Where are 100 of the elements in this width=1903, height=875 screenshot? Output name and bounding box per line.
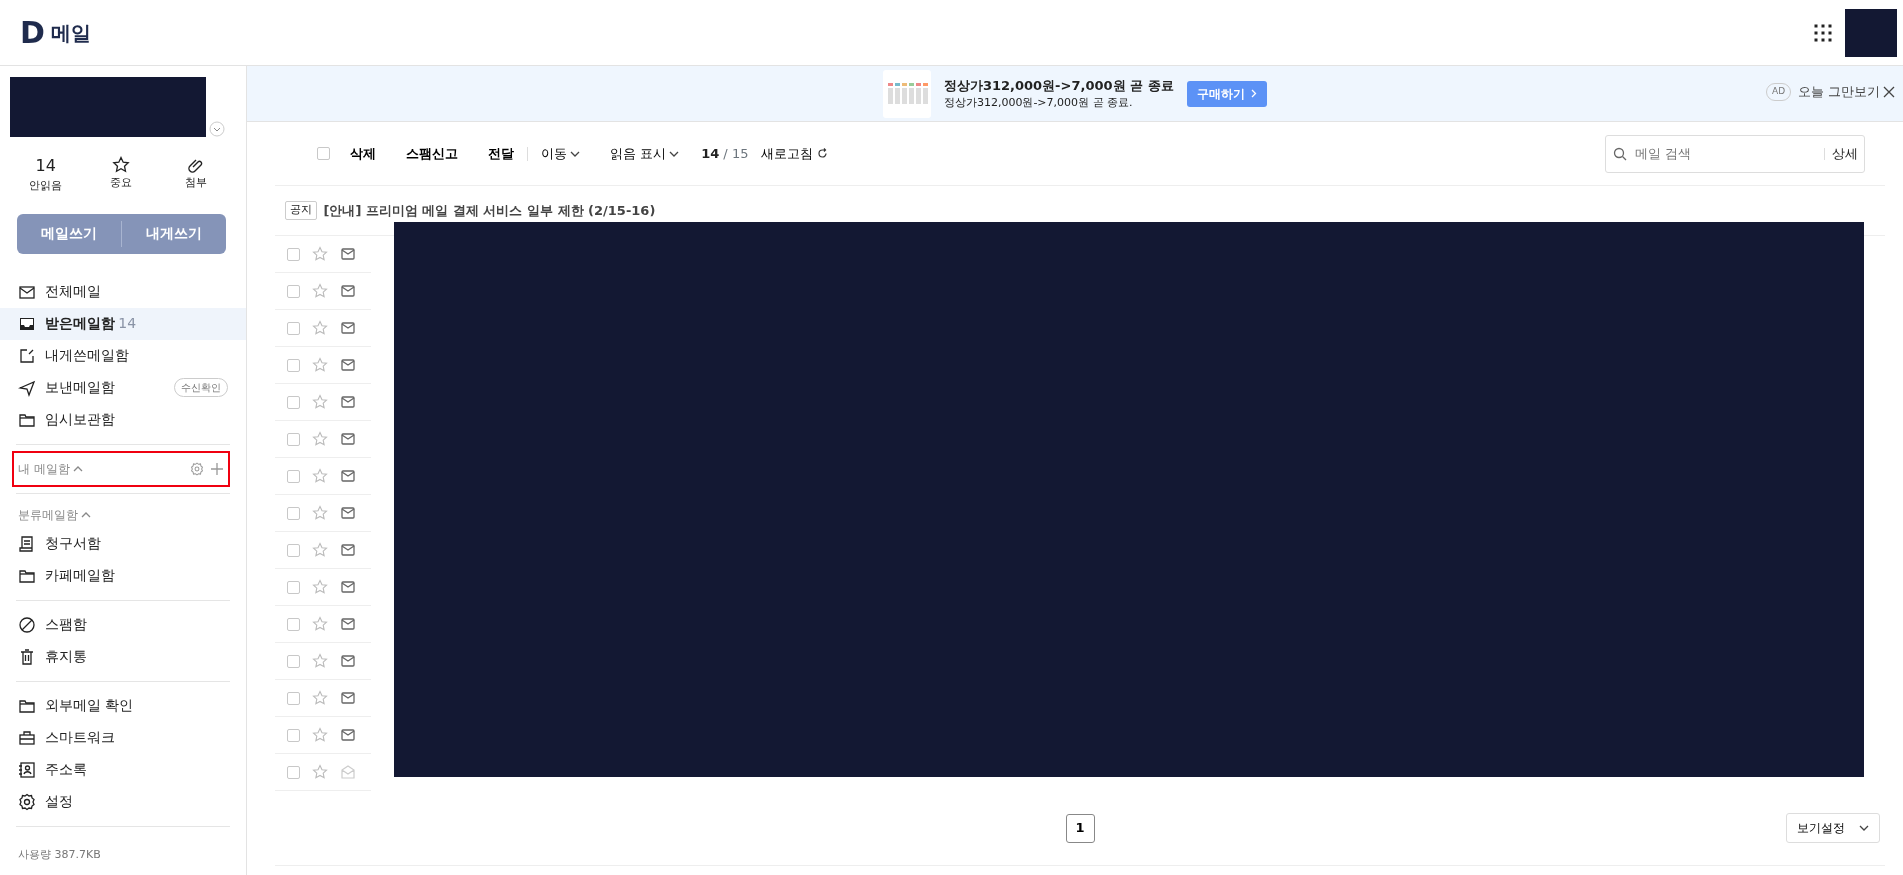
envelope-icon[interactable]: [340, 357, 356, 373]
checkbox[interactable]: [287, 728, 300, 742]
envelope-icon[interactable]: [340, 727, 356, 743]
envelope-icon[interactable]: [340, 690, 356, 706]
folder-item[interactable]: 보낸메일함 수신확인: [0, 371, 246, 404]
star-icon[interactable]: [312, 579, 328, 595]
envelope-icon[interactable]: [340, 579, 356, 595]
chevron-up-icon: [73, 465, 84, 472]
checkbox[interactable]: [287, 691, 300, 705]
folder-item[interactable]: 주소록: [0, 753, 246, 786]
folder-item[interactable]: 임시보관함: [0, 403, 246, 436]
checkbox[interactable]: [287, 543, 300, 557]
ad-title: 정상가312,000원->7,000원 곧 종료: [943, 76, 1174, 95]
envelope-icon[interactable]: [340, 394, 356, 410]
star-icon[interactable]: [312, 394, 328, 410]
checkbox[interactable]: [287, 580, 300, 594]
folder-item[interactable]: 청구서함: [0, 527, 246, 560]
open-envelope-icon[interactable]: [340, 764, 356, 780]
folder-item[interactable]: 외부메일 확인: [0, 689, 246, 722]
envelope-icon[interactable]: [340, 283, 356, 299]
unread-count[interactable]: 14: [35, 154, 56, 178]
briefcase-icon: [18, 728, 36, 747]
trash-icon: [18, 647, 36, 666]
star-icon[interactable]: [312, 431, 328, 447]
contacts-icon: [18, 760, 36, 779]
toolbar-action[interactable]: 전달: [487, 143, 514, 164]
star-icon[interactable]: [312, 542, 328, 558]
checkbox[interactable]: [287, 321, 300, 335]
receipt-icon: [18, 534, 36, 553]
section-header[interactable]: 내 메일함: [12, 450, 230, 487]
folder-item[interactable]: 받은메일함 14: [0, 307, 246, 340]
view-settings-dropdown[interactable]: 보기설정: [1786, 813, 1880, 843]
checkbox[interactable]: [287, 506, 300, 520]
star-icon[interactable]: [112, 156, 130, 174]
logo[interactable]: D: [20, 17, 45, 48]
star-icon[interactable]: [312, 468, 328, 484]
select-all-checkbox[interactable]: [317, 147, 330, 160]
notice-title[interactable]: [안내] 프리미엄 메일 결제 서비스 일부 제한 (2/15-16): [323, 200, 656, 221]
star-icon[interactable]: [312, 357, 328, 373]
search-field[interactable]: 메일 검색 상세: [1605, 134, 1865, 173]
envelope-icon[interactable]: [340, 431, 356, 447]
envelope-icon[interactable]: [340, 246, 356, 262]
star-icon[interactable]: [312, 653, 328, 669]
chevron-down-icon: [669, 150, 680, 157]
star-icon[interactable]: [312, 283, 328, 299]
folder-item[interactable]: 내게쓴메일함: [0, 339, 246, 372]
chevron-down-icon: [1859, 825, 1869, 831]
envelope-icon[interactable]: [340, 505, 356, 521]
blocked-icon: [18, 615, 36, 634]
dropdown-icon[interactable]: [209, 121, 226, 137]
star-icon[interactable]: [312, 727, 328, 743]
folder-item[interactable]: 휴지통: [0, 640, 246, 673]
dropdown-menu[interactable]: 이동: [540, 143, 580, 164]
stat-label: 안읽음: [29, 178, 63, 194]
apps-grid-icon[interactable]: [1814, 23, 1832, 42]
envelope-icon[interactable]: [340, 468, 356, 484]
envelope-icon[interactable]: [340, 542, 356, 558]
page-button[interactable]: 1: [1065, 813, 1095, 843]
avatar[interactable]: [1845, 8, 1897, 57]
folder-item[interactable]: 카페메일함: [0, 559, 246, 592]
chevron-down-icon: [569, 150, 580, 157]
star-icon[interactable]: [312, 690, 328, 706]
envelope-icon[interactable]: [340, 616, 356, 632]
folder-item[interactable]: 스팸함: [0, 608, 246, 641]
notice-tag: 공지: [285, 201, 317, 220]
refresh-button[interactable]: 새로고침: [761, 143, 828, 164]
star-icon[interactable]: [312, 320, 328, 336]
detail-search-link[interactable]: 상세: [1831, 143, 1858, 164]
checkbox[interactable]: [287, 617, 300, 631]
checkbox[interactable]: [287, 247, 300, 261]
star-icon[interactable]: [312, 616, 328, 632]
ad-banner[interactable]: 정상가312,000원->7,000원 곧 종료 정상가312,000원->7,000원 곧 종료. 구매하기 AD 오늘 그만보기: [247, 66, 1903, 122]
envelope-icon[interactable]: [340, 320, 356, 336]
folder-item[interactable]: 설정: [0, 785, 246, 818]
folder-item[interactable]: 전체메일: [0, 275, 246, 308]
dismiss-link[interactable]: 오늘 그만보기: [1797, 82, 1880, 102]
checkbox[interactable]: [287, 765, 300, 779]
message-count: 14 / 15: [701, 144, 749, 163]
chevron-up-icon: [81, 511, 92, 518]
checkbox[interactable]: [287, 395, 300, 409]
toolbar-action[interactable]: 스팸신고: [405, 143, 458, 164]
folder-item[interactable]: 스마트워크: [0, 721, 246, 754]
envelope-icon[interactable]: [340, 653, 356, 669]
ad-subtitle: 정상가312,000원->7,000원 곧 종료.: [943, 95, 1134, 111]
checkbox[interactable]: [287, 654, 300, 668]
stat-label: 첨부: [185, 175, 208, 191]
star-icon[interactable]: [312, 764, 328, 780]
checkbox[interactable]: [287, 284, 300, 298]
star-icon[interactable]: [312, 505, 328, 521]
toolbar-action[interactable]: 삭제: [349, 143, 376, 164]
settings-icon: [18, 792, 36, 811]
checkbox[interactable]: [287, 358, 300, 372]
checkbox[interactable]: [287, 469, 300, 483]
star-icon[interactable]: [312, 246, 328, 262]
close-icon[interactable]: [1883, 85, 1895, 98]
settings-icon[interactable]: [189, 461, 204, 476]
add-icon[interactable]: [210, 461, 224, 476]
section-header[interactable]: 분류메일함: [0, 501, 246, 528]
checkbox[interactable]: [287, 432, 300, 446]
dropdown-menu[interactable]: 읽음 표시: [609, 143, 680, 164]
